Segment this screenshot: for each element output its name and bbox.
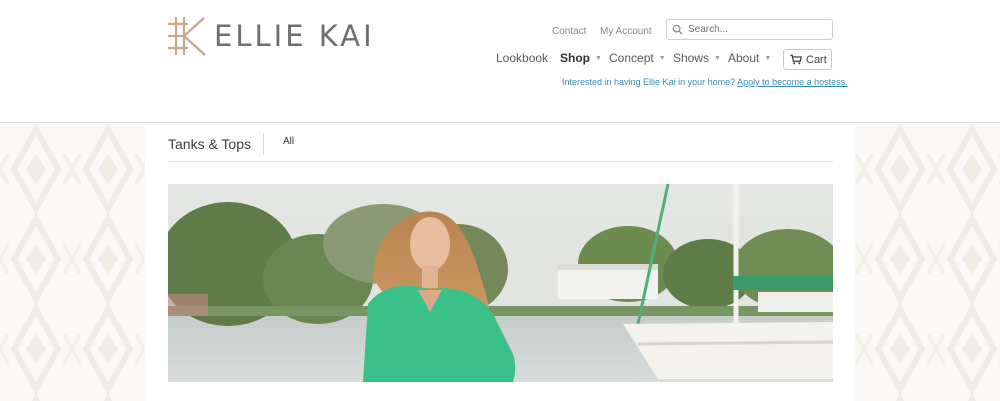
hostess-apply-link[interactable]: Apply to become a hostess. bbox=[737, 77, 848, 87]
nav-shop-label: Shop bbox=[560, 51, 590, 65]
search-box[interactable] bbox=[666, 19, 833, 40]
search-input[interactable] bbox=[688, 24, 828, 35]
nav-shop[interactable]: Shop ▼ bbox=[560, 51, 602, 65]
hostess-promo: Interested in having Ellie Kai in your h… bbox=[562, 77, 848, 87]
hero-image bbox=[168, 184, 833, 382]
chevron-down-icon: ▼ bbox=[714, 54, 721, 62]
search-icon bbox=[672, 24, 683, 35]
nav-about-label: About bbox=[728, 51, 760, 65]
cart-icon bbox=[790, 54, 802, 65]
chevron-down-icon: ▼ bbox=[764, 54, 772, 62]
my-account-link[interactable]: My Account bbox=[600, 26, 652, 37]
cart-label: Cart bbox=[806, 53, 827, 66]
filter-all[interactable]: All bbox=[283, 136, 294, 147]
nav-lookbook[interactable]: Lookbook bbox=[496, 51, 548, 65]
nav-lookbook-label: Lookbook bbox=[496, 51, 549, 65]
section-divider bbox=[168, 161, 833, 162]
nav-concept-label: Concept bbox=[609, 51, 654, 65]
hostess-text: Interested in having Ellie Kai in your h… bbox=[562, 77, 736, 87]
nav-shows[interactable]: Shows ▼ bbox=[673, 51, 721, 65]
chevron-down-icon: ▼ bbox=[658, 54, 666, 62]
site-header: ELLIE KAI Contact My Account Lookbook Sh… bbox=[0, 0, 1000, 123]
contact-link[interactable]: Contact bbox=[552, 26, 586, 37]
nav-about[interactable]: About ▼ bbox=[728, 51, 771, 65]
logo-mark-icon bbox=[168, 17, 206, 56]
cart-button[interactable]: Cart bbox=[783, 49, 832, 70]
collection-title: Tanks & Tops bbox=[168, 136, 252, 152]
nav-shows-label: Shows bbox=[673, 51, 710, 65]
brand-name: ELLIE KAI bbox=[214, 19, 375, 53]
chevron-down-icon: ▼ bbox=[595, 54, 602, 62]
nav-concept[interactable]: Concept ▼ bbox=[609, 51, 666, 65]
breadcrumb-divider bbox=[263, 133, 264, 155]
brand-logo[interactable]: ELLIE KAI bbox=[166, 15, 375, 57]
